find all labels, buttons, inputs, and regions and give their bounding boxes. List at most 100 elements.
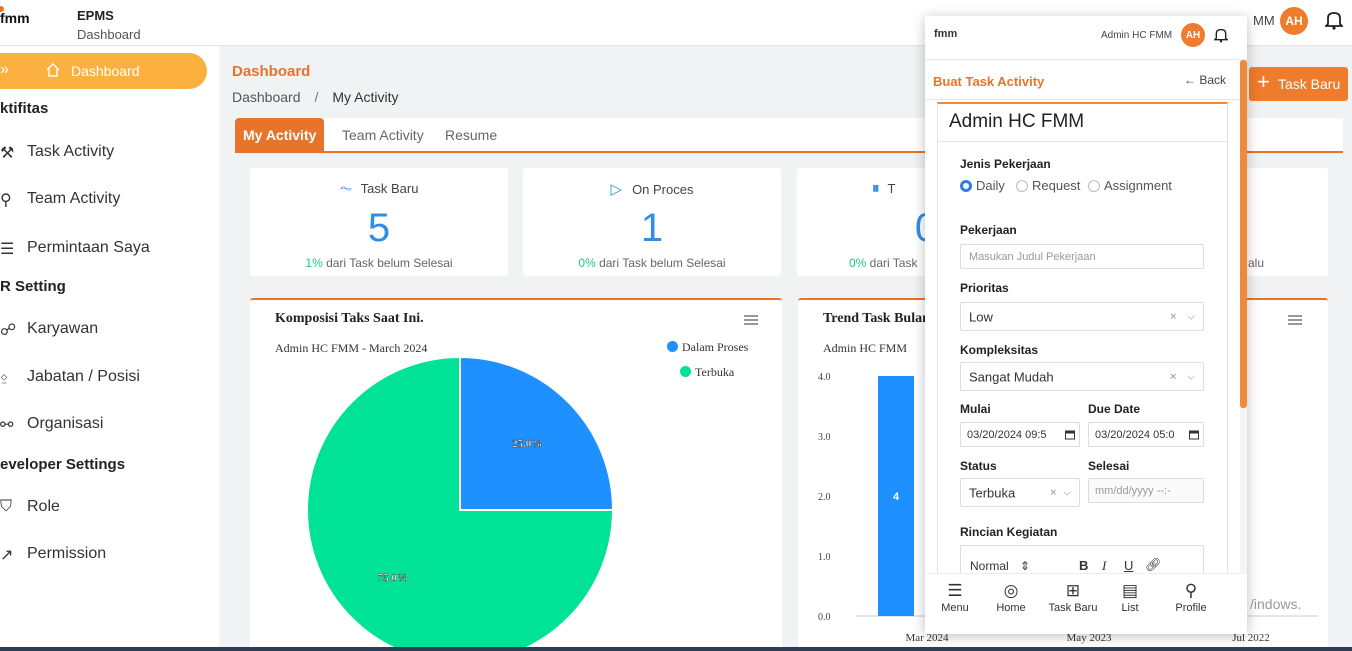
calendar-icon[interactable] — [1189, 430, 1199, 439]
select-value: Terbuka — [969, 485, 1016, 500]
select-value: Low — [969, 309, 993, 324]
tab-team-activity[interactable]: Team Activity — [334, 118, 432, 152]
nav-profile[interactable]: ⚲ Profile — [1161, 580, 1221, 614]
input-value: 03/20/2024 05:0 — [1095, 428, 1175, 441]
sidebar-item-dashboard[interactable]: » Dashboard — [0, 53, 207, 89]
bell-icon[interactable] — [1325, 10, 1343, 30]
prioritas-select[interactable]: Low ✕ ⌵ — [960, 302, 1204, 331]
modal-title-bar: Buat Task Activity ← Back — [925, 60, 1240, 100]
radio-label: Assignment — [1104, 178, 1172, 193]
mulai-label: Mulai — [960, 402, 991, 416]
tab-my-activity[interactable]: My Activity — [235, 118, 325, 152]
task-form: Admin HC FMM Jenis Pekerjaan Daily Reque… — [937, 102, 1228, 585]
bar-data-label: 4 — [893, 491, 900, 503]
double-chevron-icon[interactable]: » — [0, 61, 9, 79]
nav-label: Home — [996, 602, 1026, 614]
pekerjaan-input[interactable]: Masukan Judul Pekerjaan — [960, 244, 1204, 269]
due-date-input[interactable]: 03/20/2024 05:0 — [1088, 422, 1204, 447]
plus-icon: + — [1257, 69, 1270, 94]
clear-icon[interactable]: ✕ — [1169, 311, 1177, 322]
sidebar-item-label: Permintaan Saya — [27, 239, 150, 256]
sidebar: » Dashboard ktifitas ⚒ Task Activity ⚲ Tea… — [0, 46, 219, 651]
input-value: 03/20/2024 09:5 — [967, 428, 1047, 441]
badge-icon: ⍚ — [0, 368, 10, 385]
modal-logo[interactable]: fmm — [934, 28, 957, 40]
modal-bottom-nav: ☰ Menu ◎ Home ⊞ Task Baru ▤ List ⚲ Profile — [925, 573, 1247, 634]
stat-note: dari Task belum Selesai — [322, 256, 453, 270]
app-title: EPMS — [77, 8, 114, 23]
modal-title: Buat Task Activity — [933, 74, 1045, 89]
nav-home[interactable]: ◎ Home — [981, 580, 1041, 614]
radio-assignment[interactable]: Assignment — [1088, 178, 1172, 193]
nav-list[interactable]: ▤ List — [1100, 580, 1160, 614]
stat-footer: alu — [1248, 256, 1265, 270]
play-icon: ▷ — [610, 181, 623, 198]
sidebar-item-label: Jabatan / Posisi — [27, 368, 140, 385]
radio-daily[interactable]: Daily — [960, 178, 1005, 193]
stat-label: T — [887, 181, 896, 196]
clear-icon[interactable]: ✕ — [1049, 487, 1057, 498]
status-select[interactable]: Terbuka ✕ ⌵ — [960, 478, 1080, 507]
input-placeholder: mm/dd/yyyy --:- — [1095, 484, 1171, 497]
key-icon: ↗ — [0, 547, 14, 564]
clear-icon[interactable]: ✕ — [1169, 371, 1177, 382]
selesai-datetime-input[interactable]: mm/dd/yyyy --:- — [1088, 478, 1204, 503]
create-task-modal: fmm Admin HC FMM AH Buat Task Activity ←… — [925, 16, 1247, 634]
underline-icon[interactable]: U — [1124, 558, 1133, 573]
italic-icon[interactable]: I — [1102, 558, 1106, 574]
nav-menu[interactable]: ☰ Menu — [925, 580, 985, 614]
new-task-button[interactable]: + Task Baru — [1249, 67, 1348, 101]
select-value: Sangat Mudah — [969, 369, 1054, 384]
back-button[interactable]: ← Back — [1184, 73, 1226, 87]
stat-card-task-baru: ⏦ Task Baru 5 1% dari Task belum Selesai — [250, 168, 508, 276]
sidebar-section-aktifitas: ktifitas — [0, 100, 49, 117]
nav-label: Profile — [1175, 602, 1207, 614]
pause-icon: ⏸ — [872, 180, 880, 197]
new-task-label: Task Baru — [1278, 76, 1341, 92]
list-icon: ☰ — [0, 241, 15, 258]
modal-header: fmm Admin HC FMM AH — [925, 16, 1247, 60]
status-label: Status — [960, 459, 997, 473]
sidebar-item-label: Role — [27, 498, 60, 515]
pie-chart: 25.0% 75.0% — [306, 355, 615, 651]
mulai-datetime-input[interactable]: 03/20/2024 09:5 — [960, 422, 1080, 447]
users-icon: ☍ — [0, 322, 17, 339]
y-tick-label: 2.0 — [818, 492, 831, 503]
nav-task-baru[interactable]: ⊞ Task Baru — [1043, 580, 1103, 614]
chevron-down-icon: ⌵ — [1187, 311, 1195, 322]
calendar-icon[interactable] — [1065, 430, 1075, 439]
kompleksitas-select[interactable]: Sangat Mudah ✕ ⌵ — [960, 362, 1204, 391]
form-user-heading: Admin HC FMM — [949, 111, 1085, 132]
chevron-down-icon: ⌵ — [1063, 487, 1071, 498]
link-icon[interactable]: 🔗︎ — [1145, 557, 1162, 573]
person-icon: ⚲ — [0, 192, 12, 209]
clipboard-icon: ▤ — [1121, 581, 1139, 600]
radio-request[interactable]: Request — [1016, 178, 1080, 193]
format-value: Normal — [970, 559, 1009, 573]
arrow-left-icon: ← — [1184, 73, 1200, 87]
app-logo[interactable]: fmm — [0, 6, 30, 26]
y-tick-label: 1.0 — [818, 552, 831, 563]
y-tick-label: 3.0 — [818, 432, 831, 443]
modal-scrollbar[interactable] — [1240, 60, 1247, 580]
breadcrumb-root[interactable]: Dashboard — [232, 89, 301, 105]
modal-user-name[interactable]: Admin HC FMM — [1101, 30, 1172, 41]
scrollbar-thumb[interactable] — [1240, 60, 1247, 408]
user-icon: ⚲ — [1184, 581, 1198, 600]
breadcrumb-separator: / — [314, 89, 319, 105]
kompleksitas-label: Kompleksitas — [960, 343, 1039, 357]
modal-avatar[interactable]: AH — [1181, 23, 1205, 47]
logo-text: fmm — [0, 10, 30, 26]
sidebar-item-label: Karyawan — [27, 320, 99, 337]
bell-icon[interactable] — [1214, 27, 1228, 43]
windows-watermark: /indows. — [1250, 596, 1302, 612]
sidebar-item-label: Team Activity — [27, 190, 121, 207]
header-user-name[interactable]: MM — [1253, 13, 1275, 28]
header-avatar[interactable]: AH — [1280, 7, 1308, 35]
bold-icon[interactable]: B — [1079, 558, 1088, 573]
format-select[interactable]: Normal ⇕ — [970, 559, 1030, 573]
pie-slice-dalam-proses[interactable] — [459, 355, 615, 511]
stat-pct: 0% — [578, 256, 596, 270]
selesai-label: Selesai — [1088, 459, 1130, 473]
tab-resume[interactable]: Resume — [437, 118, 505, 152]
